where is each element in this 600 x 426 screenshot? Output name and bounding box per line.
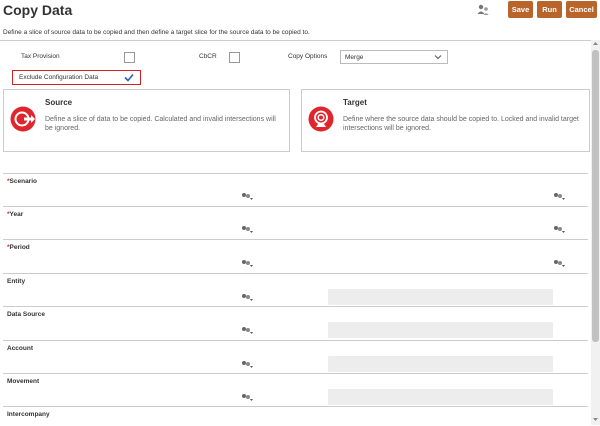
- run-button[interactable]: Run: [537, 1, 562, 18]
- save-button[interactable]: Save: [508, 1, 533, 18]
- dimension-name: Period: [9, 244, 30, 251]
- dimension-row-period: *Period: [3, 239, 588, 274]
- tax-provision-label: Tax Provision: [21, 53, 60, 60]
- dimension-row-year: *Year: [3, 206, 588, 240]
- target-title: Target: [343, 98, 367, 107]
- copy-options-select[interactable]: Merge: [340, 50, 448, 64]
- dimension-label: Entity: [7, 278, 26, 285]
- dimension-label: *Scenario: [7, 178, 37, 185]
- page-description: Define a slice of source data to be copi…: [3, 29, 310, 36]
- member-selector-icon[interactable]: [553, 192, 566, 201]
- member-selector-icon[interactable]: [241, 192, 254, 201]
- target-icon: [308, 106, 334, 132]
- dimension-label: Data Source: [7, 311, 45, 318]
- target-card: Target Define where the source data shou…: [301, 89, 590, 152]
- dimension-row-data-source: Data Source: [3, 306, 588, 341]
- target-member-field: [328, 289, 553, 305]
- source-card: Source Define a slice of data to be copi…: [3, 89, 290, 152]
- cbcr-label: CbCR: [199, 53, 217, 60]
- dimension-label: Account: [7, 345, 33, 352]
- page-title: Copy Data: [3, 2, 73, 18]
- scroll-down-icon[interactable]: [592, 416, 599, 423]
- dimension-row-scenario: *Scenario: [3, 173, 588, 207]
- member-selector-icon[interactable]: [241, 259, 254, 268]
- member-selector-icon[interactable]: [553, 259, 566, 268]
- exclude-config-label: Exclude Configuration Data: [19, 74, 99, 81]
- dimension-label: *Period: [7, 244, 30, 251]
- cancel-button[interactable]: Cancel: [566, 1, 597, 18]
- dimension-row-movement: Movement: [3, 373, 588, 407]
- target-member-field: [328, 389, 553, 405]
- dimension-name: Year: [9, 211, 24, 218]
- target-description: Define where the source data should be c…: [343, 116, 579, 132]
- people-icon[interactable]: [476, 3, 490, 17]
- member-selector-icon[interactable]: [241, 293, 254, 302]
- exclude-config-highlight: Exclude Configuration Data: [12, 70, 141, 85]
- dimension-label: Movement: [7, 378, 40, 385]
- member-selector-icon[interactable]: [553, 225, 566, 234]
- tax-provision-checkbox[interactable]: [124, 52, 135, 63]
- source-icon: [10, 106, 36, 132]
- copy-options-value: Merge: [345, 54, 364, 61]
- copy-options-label: Copy Options: [288, 53, 328, 60]
- dimension-label: *Year: [7, 211, 23, 218]
- dimension-name: Scenario: [9, 178, 37, 185]
- member-selector-icon[interactable]: [241, 225, 254, 234]
- source-title: Source: [45, 98, 73, 107]
- chevron-down-icon: [434, 55, 442, 60]
- dimension-row-entity: Entity: [3, 273, 588, 307]
- member-selector-icon[interactable]: [241, 393, 254, 402]
- target-member-field: [328, 322, 553, 338]
- target-member-field: [328, 356, 553, 372]
- dimension-row-account: Account: [3, 340, 588, 374]
- dimension-label: Intercompany: [7, 411, 50, 418]
- header-divider: [0, 40, 592, 41]
- checkmark-icon[interactable]: [124, 73, 134, 82]
- scrollbar-thumb[interactable]: [592, 50, 599, 342]
- member-selector-icon[interactable]: [241, 360, 254, 369]
- dimension-row-intercompany: Intercompany: [3, 406, 588, 426]
- scroll-up-icon[interactable]: [592, 40, 599, 47]
- source-description: Define a slice of data to be copied. Cal…: [45, 116, 276, 132]
- cbcr-checkbox[interactable]: [229, 52, 240, 63]
- member-selector-icon[interactable]: [241, 326, 254, 335]
